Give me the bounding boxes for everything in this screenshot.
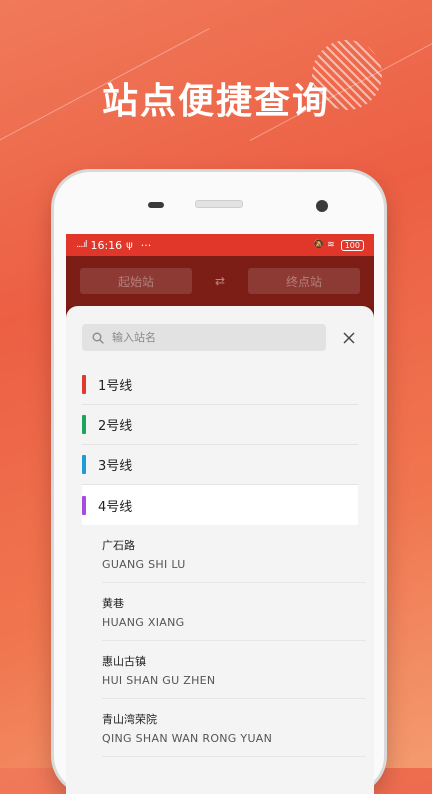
line-color-marker <box>82 455 86 474</box>
close-button[interactable] <box>342 330 358 346</box>
line-list: 1号线 2号线 3号线 4号线 <box>66 365 374 525</box>
station-pinyin: GUANG SHI LU <box>102 557 186 571</box>
phone-sensor <box>148 202 164 208</box>
line-item-2[interactable]: 2号线 <box>82 405 358 445</box>
wifi-icon: 🔕 ≋ <box>313 240 335 250</box>
line-item-1[interactable]: 1号线 <box>82 365 358 405</box>
route-bar: 起始站 ⇄ 终点站 <box>66 256 374 306</box>
signal-icon: ....ıl <box>76 240 87 250</box>
phone-speaker <box>195 200 243 208</box>
search-box[interactable] <box>82 324 326 351</box>
battery-icon: 100 <box>340 239 364 251</box>
app-screen: ....ıl 16:16 ψ ··· 🔕 ≋ 100 起始站 ⇄ 终点站 输入站… <box>66 234 374 794</box>
phone-frame: ....ıl 16:16 ψ ··· 🔕 ≋ 100 起始站 ⇄ 终点站 输入站… <box>54 172 384 794</box>
station-name: 广石路 <box>102 538 135 552</box>
station-name: 惠山古镇 <box>102 654 146 668</box>
station-name: 黄巷 <box>102 596 124 610</box>
more-icon: ··· <box>140 238 152 252</box>
phone-camera <box>316 200 328 212</box>
line-item-4[interactable]: 4号线 <box>82 485 358 525</box>
line-label: 3号线 <box>98 459 133 474</box>
status-bar: ....ıl 16:16 ψ ··· 🔕 ≋ 100 <box>66 234 374 256</box>
line-label: 1号线 <box>98 379 133 394</box>
station-pinyin: HUANG XIANG <box>102 615 185 629</box>
search-row <box>66 306 374 351</box>
status-time: 16:16 <box>90 238 123 252</box>
line-color-marker <box>82 375 86 394</box>
station-pinyin: QING SHAN WAN RONG YUAN <box>102 731 273 745</box>
station-item[interactable]: 青山湾荣院 QING SHAN WAN RONG YUAN <box>102 699 366 757</box>
end-station-button[interactable]: 终点站 <box>248 268 360 294</box>
promo-headline: 站点便捷查询 <box>101 81 330 122</box>
search-icon <box>92 332 104 344</box>
usb-icon: ψ <box>126 239 133 251</box>
line-color-marker <box>82 495 86 515</box>
start-station-button[interactable]: 起始站 <box>80 268 192 294</box>
line-label: 2号线 <box>98 419 133 434</box>
station-item[interactable]: 惠山古镇 HUI SHAN GU ZHEN <box>102 641 366 699</box>
station-picker-sheet: 1号线 2号线 3号线 4号线 广石路 GUANG SHI <box>66 306 374 794</box>
station-pinyin: HUI SHAN GU ZHEN <box>102 673 216 687</box>
station-list: 广石路 GUANG SHI LU 黄巷 HUANG XIANG 惠山古镇 HUI… <box>66 525 374 757</box>
line-item-3[interactable]: 3号线 <box>82 445 358 485</box>
close-icon <box>343 332 355 343</box>
station-item[interactable]: 广石路 GUANG SHI LU <box>102 525 366 583</box>
station-name: 青山湾荣院 <box>102 712 157 726</box>
search-input[interactable] <box>110 330 304 345</box>
swap-icon[interactable]: ⇄ <box>192 274 248 288</box>
line-color-marker <box>82 415 86 434</box>
station-item[interactable]: 黄巷 HUANG XIANG <box>102 583 366 641</box>
line-label: 4号线 <box>98 499 133 515</box>
